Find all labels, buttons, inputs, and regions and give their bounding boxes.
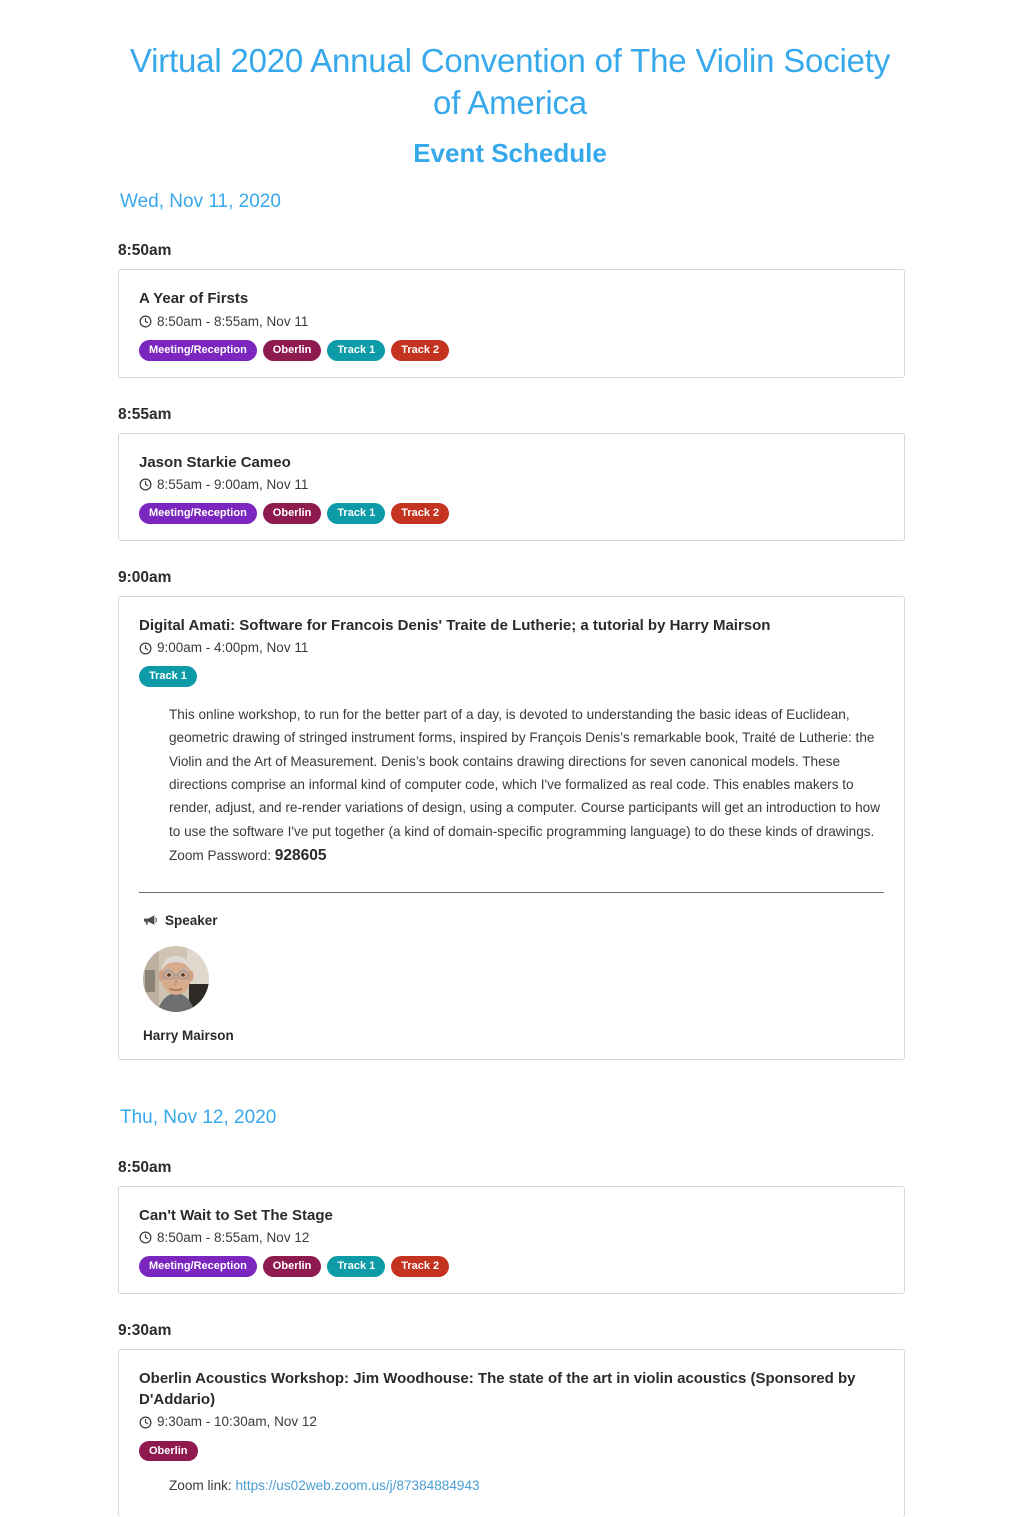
time-slot: 8:55am Jason Starkie Cameo 8:55am - 9:00am… <box>0 406 1020 541</box>
event-title: Oberlin Acoustics Workshop: Jim Woodhous… <box>139 1369 856 1408</box>
event-time: 8:50am - 8:55am, Nov 12 <box>139 1228 884 1248</box>
clock-icon <box>139 315 152 328</box>
day-heading: Wed, Nov 11, 2020 <box>120 190 281 212</box>
clock-icon <box>139 1231 152 1244</box>
badge-oberlin[interactable]: Oberlin <box>262 1256 322 1277</box>
badge-oberlin[interactable]: Oberlin <box>139 1440 198 1462</box>
slot-time-label: 8:50am <box>118 242 172 260</box>
speaker-heading-label: Speaker <box>165 912 218 928</box>
slot-time-label: 9:30am <box>118 1321 172 1339</box>
slot-time-label: 9:00am <box>118 568 172 586</box>
clock-icon <box>139 642 152 655</box>
time-slot: 9:30am Oberlin Acoustics Workshop: Jim Wo… <box>0 1322 1020 1517</box>
slot-time-label: 8:55am <box>118 405 172 423</box>
badge-list: Oberlin <box>139 1440 884 1462</box>
section-divider <box>139 891 884 893</box>
event-time-text: 8:50am - 8:55am, Nov 11 <box>157 313 309 329</box>
time-slot: 8:50am Can't Wait to Set The Stage 8:50am … <box>0 1159 1020 1294</box>
badge-track-2[interactable]: Track 2 <box>391 339 450 361</box>
megaphone-icon <box>143 914 158 927</box>
event-time: 8:55am - 9:00am, Nov 11 <box>139 475 884 495</box>
event-description: This online workshop, to run for the bet… <box>169 706 881 865</box>
time-slot: 8:50am A Year of Firsts 8:50am - 8:55am, N… <box>0 242 1020 378</box>
day-heading: Thu, Nov 12, 2020 <box>120 1106 277 1128</box>
zoom-link-label: Zoom link: <box>169 1478 236 1494</box>
event-time-text: 8:50am - 8:55am, Nov 12 <box>157 1229 310 1245</box>
clock-icon <box>139 1416 152 1429</box>
zoom-password: 928605 <box>274 847 327 865</box>
days-container: Wed, Nov 11, 2020 8:50am A Year of Firsts 8… <box>0 190 1020 1517</box>
event-card[interactable]: Oberlin Acoustics Workshop: Jim Woodhous… <box>118 1348 905 1517</box>
badge-track-2[interactable]: Track 2 <box>391 1256 450 1277</box>
badge-list: Meeting/Reception Oberlin Track 1 Track 2 <box>139 503 884 524</box>
badge-meeting-reception[interactable]: Meeting/Reception <box>139 1256 257 1277</box>
clock-icon <box>139 478 152 491</box>
badge-track-1[interactable]: Track 1 <box>327 1256 386 1277</box>
event-title: Jason Starkie Cameo <box>139 453 291 471</box>
slot-time-label: 8:50am <box>118 1158 172 1176</box>
day-block: Wed, Nov 11, 2020 8:50am A Year of Firsts 8… <box>0 190 1020 1060</box>
badge-oberlin[interactable]: Oberlin <box>262 339 322 361</box>
badge-track-1[interactable]: Track 1 <box>327 339 386 361</box>
zoom-link[interactable]: https://us02web.zoom.us/j/87384884943 <box>235 1478 479 1493</box>
badge-list: Meeting/Reception Oberlin Track 1 Track 2 <box>139 1256 884 1277</box>
event-time-text: 9:00am - 4:00pm, Nov 11 <box>157 640 309 656</box>
clock-icon <box>139 1416 152 1429</box>
event-card[interactable]: Can't Wait to Set The Stage 8:50am - 8:55… <box>118 1185 905 1294</box>
event-title: Can't Wait to Set The Stage <box>139 1206 333 1224</box>
speaker-section-heading: Speaker <box>143 913 884 928</box>
event-time-text: 8:55am - 9:00am, Nov 11 <box>157 476 309 492</box>
event-card[interactable]: A Year of Firsts 8:50am - 8:55am, Nov 11 M… <box>118 269 905 378</box>
day-block: Thu, Nov 12, 2020 8:50am Can't Wait to Set… <box>0 1106 1020 1517</box>
speaker-block[interactable]: Harry Mairson <box>143 945 884 1043</box>
page-title: Virtual 2020 Annual Convention of The Vi… <box>129 42 891 122</box>
page-header: Virtual 2020 Annual Convention of The Vi… <box>0 0 1020 170</box>
page-subtitle: Event Schedule <box>413 138 607 169</box>
clock-icon <box>139 315 152 328</box>
clock-icon <box>139 478 152 491</box>
badge-track-1[interactable]: Track 1 <box>139 666 197 687</box>
event-card[interactable]: Jason Starkie Cameo 8:55am - 9:00am, Nov … <box>118 432 905 541</box>
event-time: 9:30am - 10:30am, Nov 12 <box>139 1412 884 1432</box>
badge-track-2[interactable]: Track 2 <box>391 503 450 524</box>
event-title: Digital Amati: Software for Francois Den… <box>139 616 771 634</box>
megaphone-icon <box>144 915 157 925</box>
badge-oberlin[interactable]: Oberlin <box>262 503 322 524</box>
clock-icon <box>139 642 152 655</box>
speaker-name: Harry Mairson <box>143 1027 234 1043</box>
event-time: 8:50am - 8:55am, Nov 11 <box>139 312 884 332</box>
avatar <box>143 945 209 1012</box>
event-title: A Year of Firsts <box>139 290 249 308</box>
time-slot: 9:00am Digital Amati: Software for Franco… <box>0 569 1020 1060</box>
badge-meeting-reception[interactable]: Meeting/Reception <box>139 339 257 361</box>
event-time: 9:00am - 4:00pm, Nov 11 <box>139 638 884 658</box>
clock-icon <box>139 1231 152 1244</box>
badge-list: Track 1 <box>139 666 884 687</box>
schedule-page: Virtual 2020 Annual Convention of The Vi… <box>0 0 1020 1517</box>
badge-list: Meeting/Reception Oberlin Track 1 Track 2 <box>139 339 884 361</box>
badge-meeting-reception[interactable]: Meeting/Reception <box>139 503 257 524</box>
event-card[interactable]: Digital Amati: Software for Francois Den… <box>118 595 905 1060</box>
badge-track-1[interactable]: Track 1 <box>327 503 386 524</box>
event-time-text: 9:30am - 10:30am, Nov 12 <box>157 1414 317 1430</box>
zoom-link-row: Zoom link: https://us02web.zoom.us/j/873… <box>169 1475 884 1497</box>
